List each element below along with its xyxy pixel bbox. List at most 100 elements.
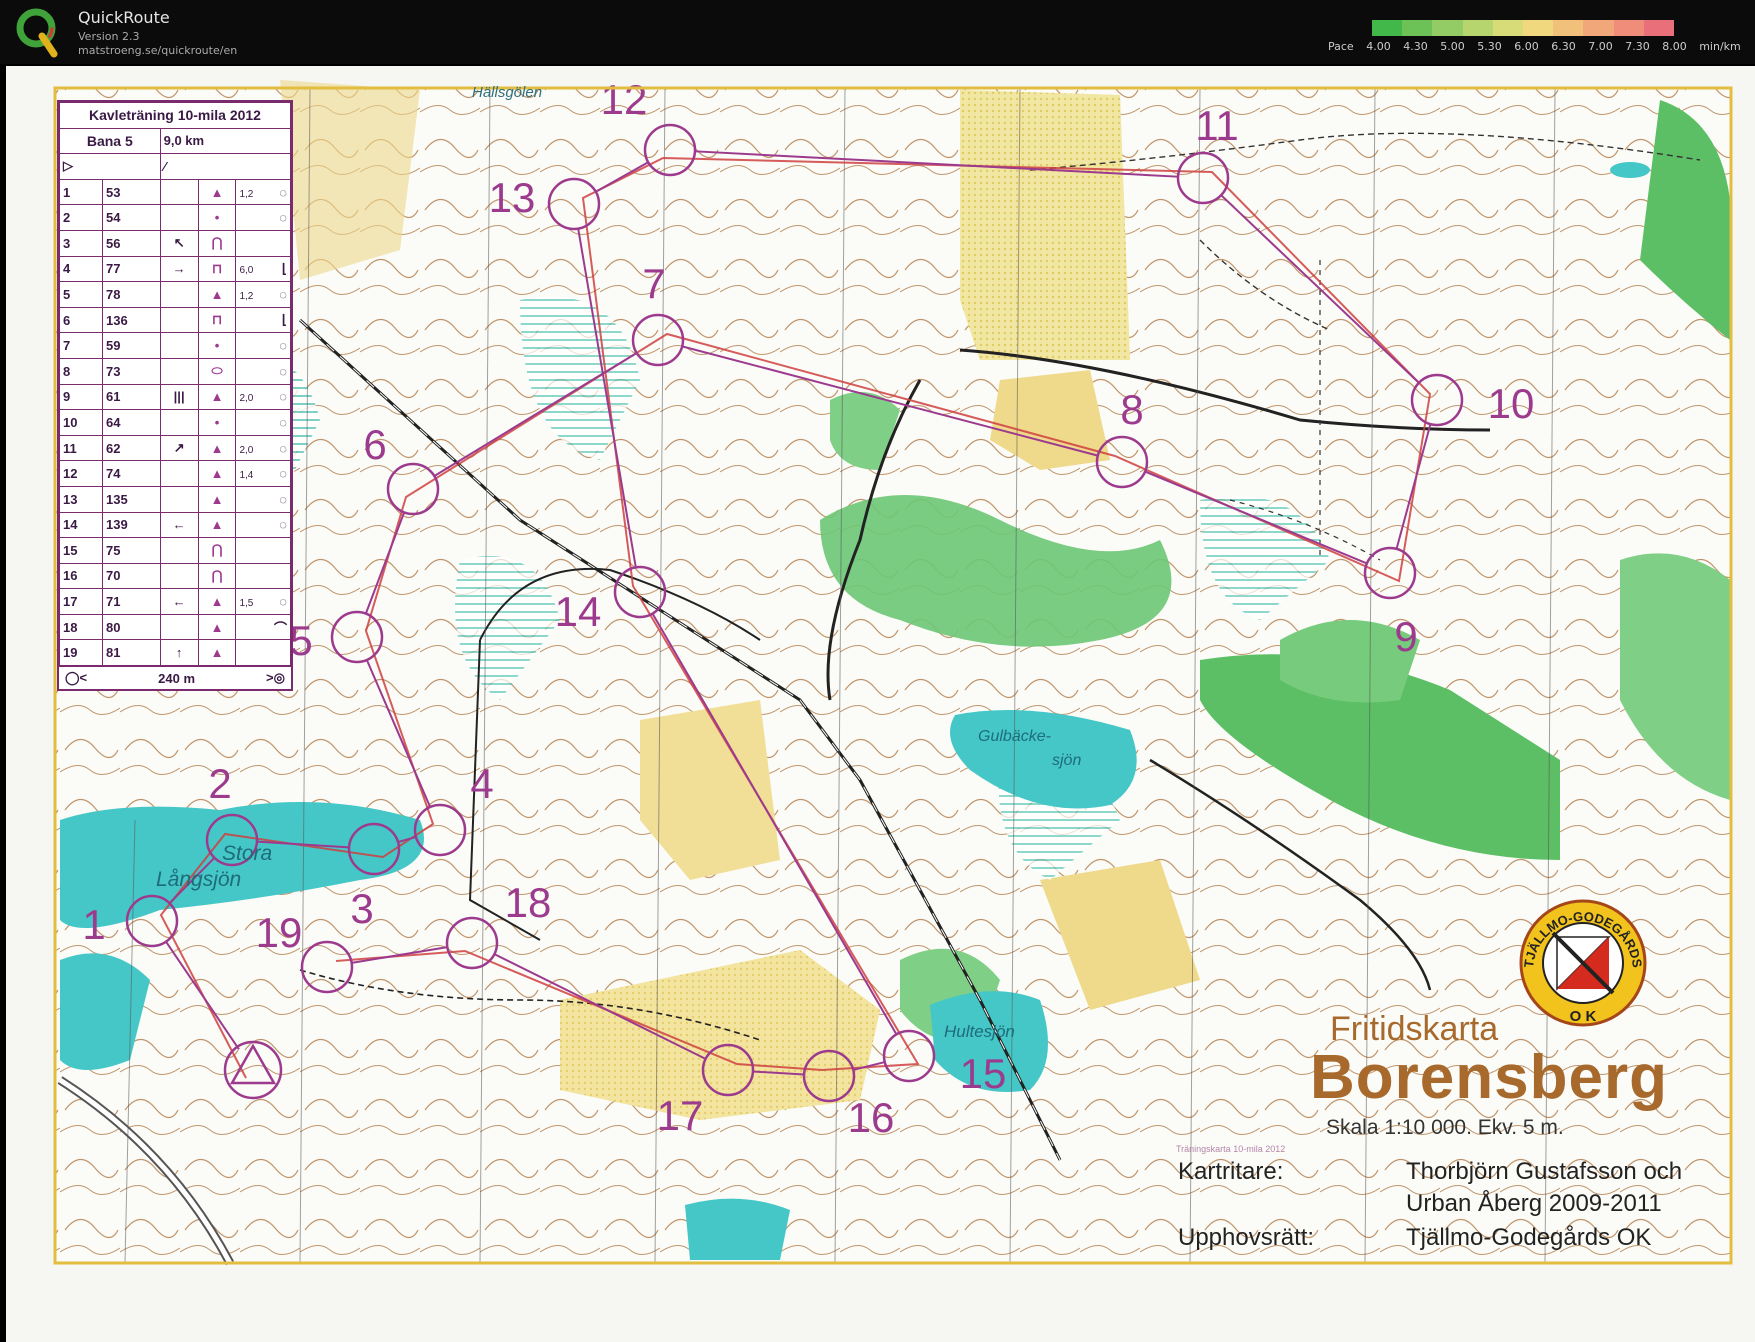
control-feature-icon: ⬭ xyxy=(197,357,237,385)
control-code-value: 71 xyxy=(106,594,121,610)
control-code-value: 70 xyxy=(106,568,121,584)
control-extra xyxy=(235,562,291,590)
control-code-value: 54 xyxy=(106,210,121,226)
control-extra: ⌒ xyxy=(235,613,291,641)
control-extra-value: 6,0 xyxy=(239,264,254,276)
control-mark-icon: ◌ xyxy=(279,414,287,430)
place-name-hultesjon: Hultesjön xyxy=(944,1022,1015,1041)
control-number-value: 5 xyxy=(63,286,71,302)
map-title: Borensberg xyxy=(1310,1043,1668,1112)
finish-left-icon: ◯< xyxy=(65,670,88,686)
control-number-value: 4 xyxy=(63,261,71,277)
card-title: Kavleträning 10-mila 2012 xyxy=(59,102,291,129)
control-direction-icon: ← xyxy=(159,588,199,615)
control-row: 12 74 ▲ 1,4 ◌ xyxy=(58,460,291,487)
control-direction-icon: ← xyxy=(159,511,199,539)
control-number-9: 9 xyxy=(1394,613,1417,660)
control-number-value: 7 xyxy=(63,338,71,354)
control-number-value: 9 xyxy=(63,389,71,405)
control-extra: 1,2 ◌ xyxy=(235,178,291,206)
control-number: 10 xyxy=(58,409,104,436)
control-direction-icon: ↖ xyxy=(159,229,199,257)
control-row: 5 78 ▲ 1,2 ◌ xyxy=(58,281,291,308)
control-code-value: 139 xyxy=(106,517,128,533)
copyright-label: Upphovsrätt: xyxy=(1178,1224,1315,1251)
control-feature-icon: ▲ xyxy=(197,485,237,513)
control-code: 59 xyxy=(102,332,161,359)
control-mark-icon: ◌ xyxy=(279,338,287,354)
finish-row: ◯< 240 m >◎ xyxy=(59,666,291,689)
control-extra: 1,2 ◌ xyxy=(235,281,291,308)
control-number-19: 19 xyxy=(256,909,303,956)
control-direction-icon xyxy=(159,306,199,334)
control-code: 80 xyxy=(102,613,161,641)
control-number-7: 7 xyxy=(642,260,665,307)
control-number-4: 4 xyxy=(470,760,493,807)
map-scale: Skala 1:10 000. Ekv. 5 m. xyxy=(1326,1116,1564,1139)
control-row: 7 59 • ◌ xyxy=(58,332,291,359)
control-row: 17 71 ← ▲ 1,5 ◌ xyxy=(58,588,291,615)
control-number: 11 xyxy=(58,434,104,462)
control-code: 139 xyxy=(102,511,161,539)
cartographer-value-2: Urban Åberg 2009-2011 xyxy=(1406,1190,1662,1217)
control-row: 14 139 ← ▲ ◌ xyxy=(58,511,291,539)
control-direction-icon: → xyxy=(159,255,199,283)
control-direction-icon xyxy=(159,281,199,308)
control-number: 13 xyxy=(58,485,104,513)
control-extra: ◌ xyxy=(235,204,291,231)
card-course: Bana 5 xyxy=(59,127,161,155)
control-direction-icon xyxy=(159,613,199,641)
control-extra-value: 1,4 xyxy=(239,470,254,482)
control-direction-icon xyxy=(159,409,199,436)
control-row: 16 70 ⋂ xyxy=(58,562,291,590)
place-name-hallsgolen: Hällsgölen xyxy=(472,84,543,101)
control-direction-icon: ↗ xyxy=(159,434,199,462)
control-extra xyxy=(235,229,291,257)
control-code: 64 xyxy=(102,409,161,436)
control-extra-value: 1,2 xyxy=(239,290,254,302)
control-feature-icon: ▲ xyxy=(197,639,237,667)
control-code-value: 61 xyxy=(106,389,121,405)
control-extra xyxy=(235,537,291,564)
control-mark-icon: ⌊ xyxy=(281,260,287,276)
control-row: 18 80 ▲ ⌒ xyxy=(58,613,291,641)
control-mark-icon: ◌ xyxy=(279,594,287,610)
club-logo-letters: O K xyxy=(1570,1008,1597,1025)
place-name-gulbacke-1: Gulbäcke- xyxy=(978,728,1051,745)
control-number-value: 19 xyxy=(63,645,78,661)
control-mark-icon: ◌ xyxy=(279,466,287,482)
control-number-1: 1 xyxy=(82,901,105,948)
control-number-18: 18 xyxy=(505,879,552,926)
control-row: 9 61 ||| ▲ 2,0 ◌ xyxy=(58,383,291,411)
card-length: 9,0 km xyxy=(159,127,292,155)
control-code: 56 xyxy=(102,229,161,257)
control-mark-icon: ◌ xyxy=(279,363,287,379)
control-code: 54 xyxy=(102,204,161,231)
control-number-15: 15 xyxy=(960,1050,1007,1097)
control-number-3: 3 xyxy=(350,885,373,932)
control-number-10: 10 xyxy=(1488,380,1535,427)
control-extra: ◌ xyxy=(235,511,291,539)
control-code: 53 xyxy=(102,178,161,206)
control-direction-icon: ↑ xyxy=(159,639,199,667)
control-mark-icon: ⌒ xyxy=(273,620,287,636)
place-name-langsjon: Långsjön xyxy=(156,868,242,891)
control-code-value: 53 xyxy=(106,184,121,200)
control-extra xyxy=(235,639,291,667)
control-number: 7 xyxy=(58,332,104,359)
control-number-value: 10 xyxy=(63,414,78,430)
control-extra-value: 1,2 xyxy=(239,188,254,200)
control-direction-icon xyxy=(159,204,199,231)
control-feature-icon: ⋂ xyxy=(197,229,237,257)
overprint-note: Träningskarta 10-mila 2012 xyxy=(1176,1144,1286,1154)
control-extra: 6,0 ⌊ xyxy=(235,255,291,283)
control-mark-icon: ⌊ xyxy=(281,312,287,328)
control-mark-icon: ◌ xyxy=(279,210,287,226)
control-code: 71 xyxy=(102,588,161,615)
control-feature-icon: ⊓ xyxy=(197,306,237,334)
control-code: 74 xyxy=(102,460,161,487)
control-number: 2 xyxy=(58,204,104,231)
control-code: 61 xyxy=(102,383,161,411)
control-extra: ◌ xyxy=(235,357,291,385)
control-code: 136 xyxy=(102,306,161,334)
